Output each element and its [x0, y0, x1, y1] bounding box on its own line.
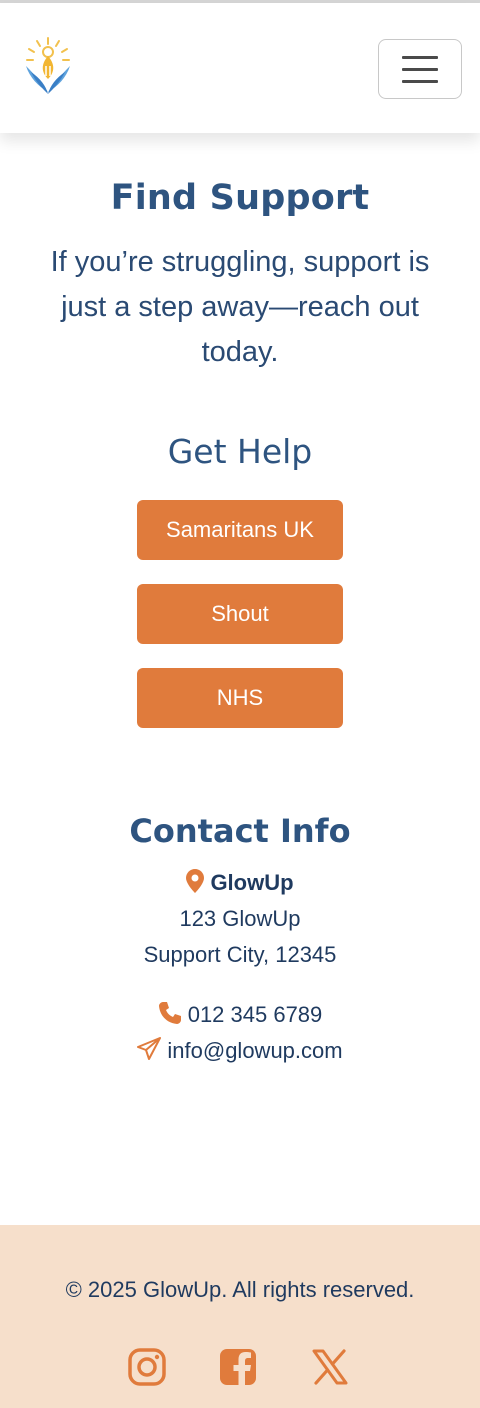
phone-icon [158, 1002, 181, 1024]
hamburger-icon [402, 55, 438, 59]
navbar [0, 3, 480, 133]
page-title: Find Support [110, 178, 370, 218]
contact-org: GlowUp [0, 868, 480, 898]
address-line-1: 123 GlowUp [179, 906, 301, 931]
footer: © 2025 GlowUp. All rights reserved. [0, 1225, 480, 1408]
contact-info-heading: Contact Info [129, 812, 351, 850]
contact-email[interactable]: info@glowup.com [0, 1036, 480, 1066]
contact-phone[interactable]: 012 345 6789 [0, 1000, 480, 1030]
get-help-heading: Get Help [167, 432, 313, 471]
nhs-button[interactable]: NHS [137, 668, 343, 728]
glowup-logo[interactable] [22, 36, 74, 98]
x-link[interactable] [310, 1347, 350, 1387]
facebook-link[interactable] [218, 1347, 258, 1387]
shout-button[interactable]: Shout [137, 584, 343, 644]
hamburger-menu-button[interactable] [378, 39, 462, 99]
lead-text: If you’re struggling, support is just a … [50, 246, 430, 368]
paper-plane-icon [137, 1037, 162, 1060]
address-line-2: Support City, 12345 [143, 942, 337, 967]
map-pin-icon [186, 869, 205, 893]
phone-number: 012 345 6789 [187, 1002, 323, 1027]
org-name: GlowUp [210, 870, 294, 895]
copyright-text: © 2025 GlowUp. All rights reserved. [65, 1277, 415, 1302]
facebook-icon [220, 1349, 256, 1385]
instagram-icon [128, 1348, 166, 1386]
email-address: info@glowup.com [167, 1038, 343, 1063]
x-icon [312, 1349, 348, 1385]
samaritans-uk-button[interactable]: Samaritans UK [137, 500, 343, 560]
instagram-link[interactable] [127, 1347, 167, 1387]
